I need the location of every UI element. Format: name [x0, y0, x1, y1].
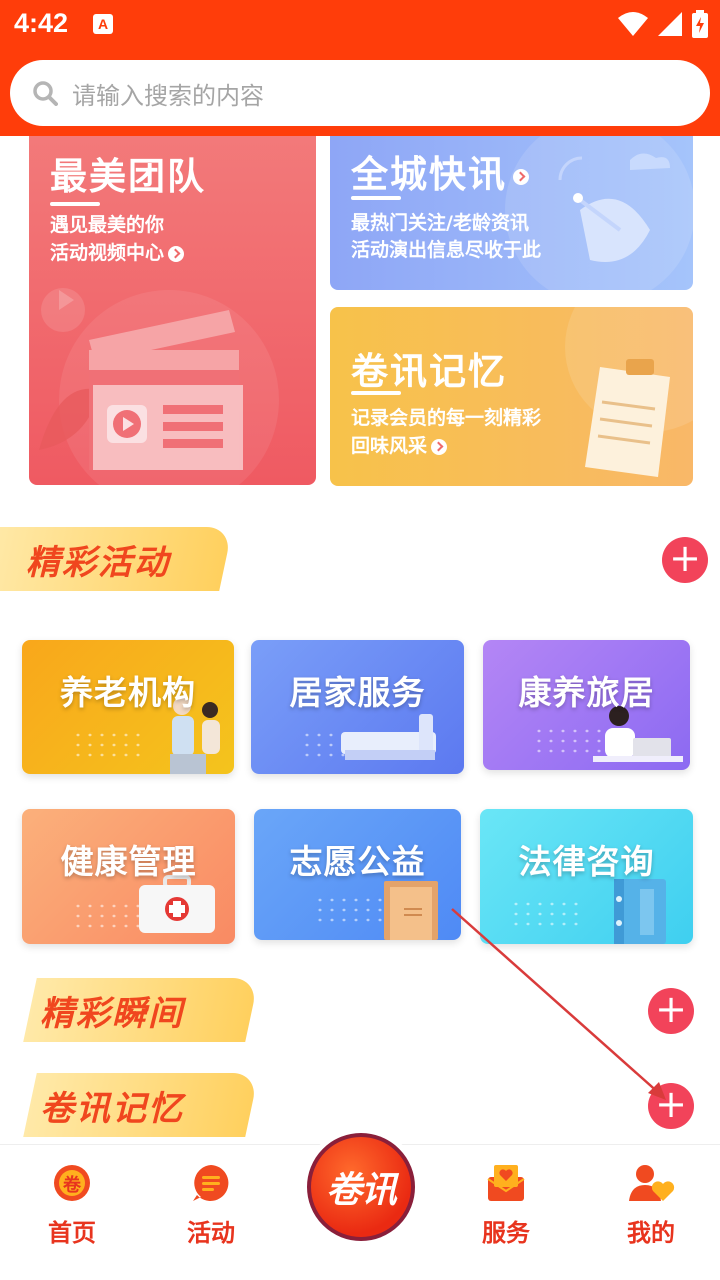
banner-city-news[interactable]: 全城快讯 最热门关注/老龄资讯 活动演出信息尽收于此 — [330, 120, 693, 290]
chat-icon — [191, 1163, 231, 1203]
battery-icon — [692, 10, 708, 38]
banner-title: 全城快讯 — [351, 144, 529, 198]
status-icons — [618, 10, 708, 38]
nav-home-label: 首页 — [48, 1219, 96, 1247]
banner-title: 最美团队 — [50, 155, 206, 198]
nav-center-label: 卷讯 — [325, 1170, 397, 1211]
service-label: 法律咨询 — [518, 842, 655, 881]
search-icon — [33, 81, 58, 106]
nav-service-label: 服务 — [482, 1219, 530, 1247]
door-illustration — [384, 881, 438, 940]
dots-decoration — [510, 899, 580, 929]
search-bar[interactable]: 请输入搜索的内容 — [10, 60, 710, 126]
section-activities: 精彩活动 + — [0, 527, 720, 591]
service-label: 养老机构 — [60, 673, 196, 712]
app-header: 4:42 A 请输入搜索的内容 — [0, 0, 720, 136]
signal-icon — [658, 12, 682, 36]
arrow-right-icon — [168, 245, 185, 262]
nav-mine-label: 我的 — [627, 1219, 675, 1247]
nav-home[interactable]: 卷 首页 — [17, 1163, 127, 1248]
arrow-right-icon — [431, 438, 448, 455]
section-title: 精彩活动 — [26, 543, 170, 583]
service-tile-volunteer[interactable]: 志愿公益 — [254, 809, 461, 940]
dots-decoration — [72, 901, 142, 931]
title-underline — [351, 391, 401, 395]
banner-line-2: 活动视频中心 — [50, 238, 185, 265]
nav-activity-label: 活动 — [187, 1219, 235, 1247]
nav-activity[interactable]: 活动 — [156, 1163, 266, 1248]
section-memory: 卷讯记忆 + — [0, 1073, 720, 1137]
home-screen: 4:42 A 请输入搜索的内容 最美团队 遇见最美的你 活动视频中心 全城快讯 … — [0, 0, 720, 1280]
add-activity-button[interactable]: + — [662, 537, 708, 583]
notification-icon: A — [93, 14, 113, 34]
nav-mine[interactable]: 我的 — [596, 1163, 706, 1248]
service-tile-legal-consult[interactable]: 法律咨询 — [480, 809, 693, 944]
service-label: 居家服务 — [289, 673, 426, 712]
banner-best-team[interactable]: 最美团队 遇见最美的你 活动视频中心 — [29, 120, 316, 485]
nav-center-button[interactable]: 卷讯 — [307, 1133, 415, 1241]
service-tile-wellness-travel[interactable]: 康养旅居 — [483, 640, 690, 770]
section-moments: 精彩瞬间 + — [0, 978, 720, 1042]
banner-line-2: 回味风采 — [351, 431, 448, 458]
service-box-icon — [486, 1163, 526, 1203]
home-icon: 卷 — [52, 1163, 92, 1203]
banner-decoration — [565, 307, 693, 477]
add-moment-button[interactable]: + — [648, 988, 694, 1034]
title-underline — [50, 202, 100, 206]
bottom-nav: 卷 首页 活动 卷讯 服务 我的 — [0, 1133, 720, 1280]
dots-decoration — [72, 730, 142, 760]
bed-illustration — [341, 714, 436, 760]
banner-title: 卷讯记忆 — [351, 350, 507, 393]
service-label: 健康管理 — [60, 842, 197, 881]
service-label: 志愿公益 — [289, 842, 426, 881]
dots-decoration — [314, 895, 384, 925]
section-title: 卷讯记忆 — [40, 1089, 184, 1129]
banner-line-2: 活动演出信息尽收于此 — [351, 239, 542, 261]
banner-line-1: 最热门关注/老龄资讯 — [351, 212, 529, 234]
service-tile-health-management[interactable]: 健康管理 — [22, 809, 235, 944]
user-heart-icon — [627, 1163, 675, 1203]
banner-line-1: 记录会员的每一刻精彩 — [351, 407, 542, 429]
wifi-icon — [618, 12, 648, 36]
title-underline — [351, 196, 401, 200]
banner-memory[interactable]: 卷讯记忆 记录会员的每一刻精彩 回味风采 — [330, 307, 693, 486]
nav-service[interactable]: 服务 — [451, 1163, 561, 1248]
section-title: 精彩瞬间 — [40, 994, 184, 1034]
status-time: 4:42 — [14, 8, 69, 38]
arrow-right-icon — [513, 168, 529, 185]
search-input[interactable]: 请输入搜索的内容 — [72, 76, 264, 111]
service-label: 康养旅居 — [518, 673, 655, 712]
service-tile-elderly-care[interactable]: 养老机构 — [22, 640, 234, 774]
banner-line-1: 遇见最美的你 — [50, 214, 165, 236]
add-memory-button[interactable]: + — [648, 1083, 694, 1129]
home-icon-label: 卷 — [63, 1175, 81, 1196]
service-tile-home-service[interactable]: 居家服务 — [251, 640, 464, 774]
binder-illustration — [614, 879, 666, 944]
